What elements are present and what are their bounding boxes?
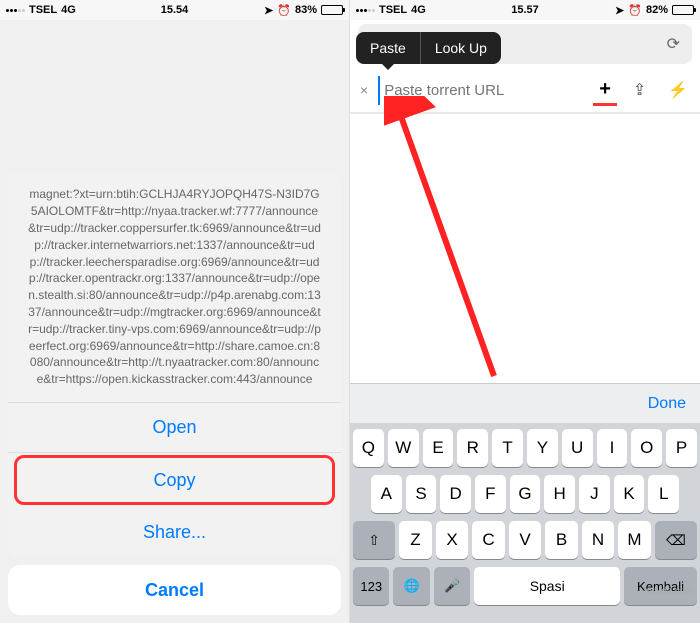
key-globe-icon[interactable]: 🌐 xyxy=(393,567,429,605)
battery-label: 82% xyxy=(646,4,668,16)
watermark: wsxdn.com xyxy=(644,586,694,597)
key-o[interactable]: O xyxy=(631,429,662,467)
phone-right: TSEL 4G 15.57 ➤ ⏰ 82% eedr.cc ⟳ Paste Lo… xyxy=(350,0,700,623)
keyboard-row-3: ⇧ Z X C V B N M ⌫ xyxy=(353,521,697,559)
battery-label: 83% xyxy=(295,4,317,16)
key-z[interactable]: Z xyxy=(399,521,432,559)
copy-button[interactable]: Copy xyxy=(14,455,335,505)
reload-icon[interactable]: ⟳ xyxy=(667,34,680,54)
keyboard-row-2: A S D F G H J K L xyxy=(353,475,697,513)
key-shift[interactable]: ⇧ xyxy=(353,521,395,559)
key-v[interactable]: V xyxy=(509,521,542,559)
carrier-label: TSEL xyxy=(379,4,407,16)
key-t[interactable]: T xyxy=(492,429,523,467)
key-mic-icon[interactable]: 🎤 xyxy=(434,567,470,605)
key-u[interactable]: U xyxy=(562,429,593,467)
key-space[interactable]: Spasi xyxy=(474,567,620,605)
key-backspace[interactable]: ⌫ xyxy=(655,521,697,559)
key-numbers[interactable]: 123 xyxy=(353,567,389,605)
alarm-icon: ⏰ xyxy=(277,4,291,17)
share-button[interactable]: Share... xyxy=(8,507,341,557)
cancel-sheet: Cancel xyxy=(8,565,341,615)
key-k[interactable]: K xyxy=(614,475,645,513)
sheet-message: magnet:?xt=urn:btih:GCLHJA4RYJOPQH47S-N3… xyxy=(8,172,341,403)
status-bar: TSEL 4G 15.54 ➤ ⏰ 83% xyxy=(0,0,349,20)
battery-icon xyxy=(672,5,694,15)
clear-icon[interactable]: × xyxy=(360,82,368,98)
network-label: 4G xyxy=(411,4,426,16)
key-p[interactable]: P xyxy=(666,429,697,467)
key-g[interactable]: G xyxy=(510,475,541,513)
upload-icon[interactable]: ⇪ xyxy=(627,76,652,104)
key-x[interactable]: X xyxy=(436,521,469,559)
key-j[interactable]: J xyxy=(579,475,610,513)
carrier-label: TSEL xyxy=(29,4,57,16)
network-label: 4G xyxy=(61,4,76,16)
key-y[interactable]: Y xyxy=(527,429,558,467)
lookup-menu-item[interactable]: Look Up xyxy=(421,32,501,64)
signal-icon xyxy=(356,9,375,12)
done-button[interactable]: Done xyxy=(648,395,686,413)
key-h[interactable]: H xyxy=(544,475,575,513)
clock: 15.57 xyxy=(511,4,539,16)
status-bar: TSEL 4G 15.57 ➤ ⏰ 82% xyxy=(350,0,700,20)
key-q[interactable]: Q xyxy=(353,429,384,467)
key-s[interactable]: S xyxy=(406,475,437,513)
add-icon[interactable]: + xyxy=(593,74,617,106)
key-a[interactable]: A xyxy=(371,475,402,513)
key-m[interactable]: M xyxy=(618,521,651,559)
alarm-icon: ⏰ xyxy=(628,4,642,17)
key-b[interactable]: B xyxy=(545,521,578,559)
key-l[interactable]: L xyxy=(648,475,679,513)
annotation-arrow xyxy=(384,96,504,391)
key-r[interactable]: R xyxy=(457,429,488,467)
key-w[interactable]: W xyxy=(388,429,419,467)
signal-icon xyxy=(6,9,25,12)
key-f[interactable]: F xyxy=(475,475,506,513)
key-c[interactable]: C xyxy=(472,521,505,559)
key-n[interactable]: N xyxy=(582,521,615,559)
context-menu: Paste Look Up xyxy=(356,32,501,64)
phone-left: TSEL 4G 15.54 ➤ ⏰ 83% magnet:?xt=urn:bti… xyxy=(0,0,350,623)
battery-icon xyxy=(321,5,343,15)
key-e[interactable]: E xyxy=(423,429,454,467)
paste-menu-item[interactable]: Paste xyxy=(356,32,420,64)
open-button[interactable]: Open xyxy=(8,403,341,453)
flash-icon[interactable]: ⚡ xyxy=(662,76,694,104)
key-d[interactable]: D xyxy=(440,475,471,513)
clock: 15.54 xyxy=(161,4,189,16)
location-icon: ➤ xyxy=(264,4,273,17)
keyboard-row-1: Q W E R T Y U I O P xyxy=(353,429,697,467)
action-sheet: magnet:?xt=urn:btih:GCLHJA4RYJOPQH47S-N3… xyxy=(8,172,341,557)
location-icon: ➤ xyxy=(615,4,624,17)
action-sheet-backdrop: magnet:?xt=urn:btih:GCLHJA4RYJOPQH47S-N3… xyxy=(0,20,349,623)
key-i[interactable]: I xyxy=(597,429,628,467)
cancel-button[interactable]: Cancel xyxy=(8,565,341,615)
